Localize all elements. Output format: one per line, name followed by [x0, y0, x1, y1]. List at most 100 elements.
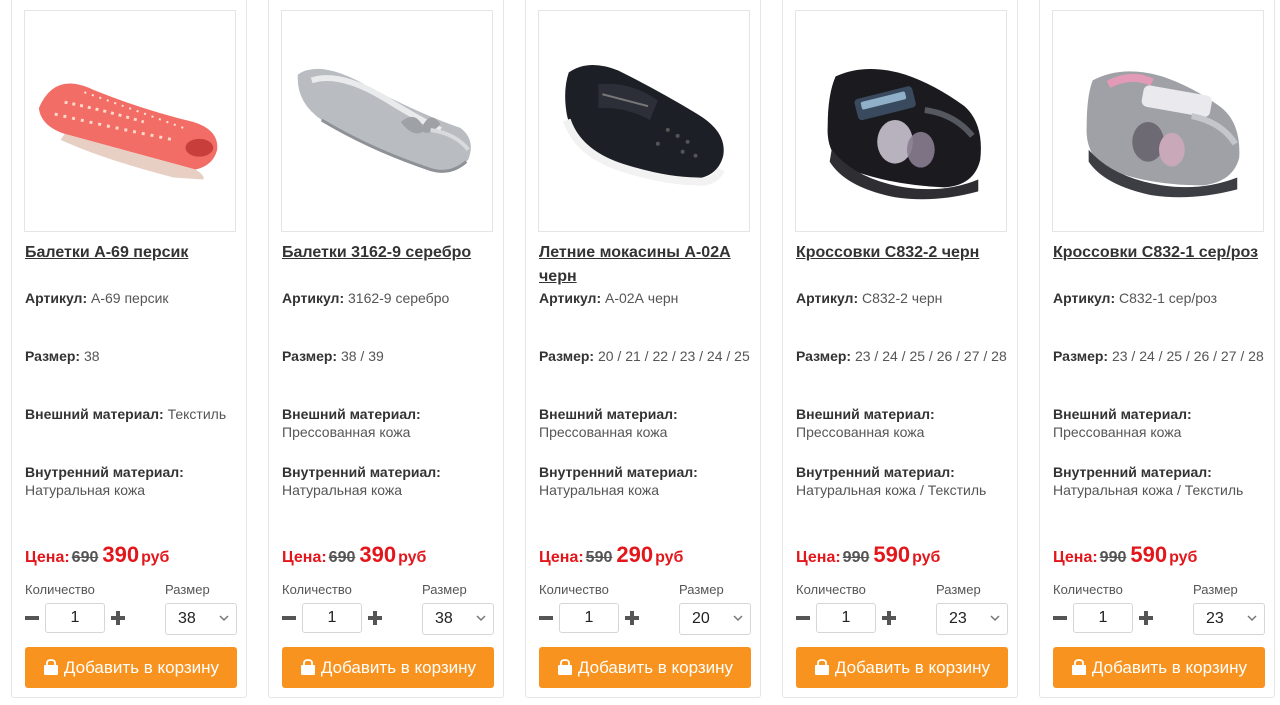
- article-value: С832-2 черн: [862, 290, 943, 306]
- minus-icon[interactable]: [282, 611, 296, 625]
- product-inner-material: Внутренний материал: Натуральная кожа / Т…: [796, 463, 1018, 499]
- product-grid: Балетки А-69 персик Артикул: А-69 персик…: [0, 0, 1280, 705]
- plus-icon[interactable]: [368, 611, 382, 625]
- product-card: Балетки А-69 персик Артикул: А-69 персик…: [11, 0, 247, 698]
- product-card: Летние мокасины А-02А черн Артикул: А-02…: [525, 0, 761, 698]
- add-to-cart-label: Добавить в корзину: [1091, 657, 1248, 677]
- sizes-value: 23 / 24 / 25 / 26 / 27 / 28: [1111, 348, 1264, 364]
- price-label: Цена:: [1053, 549, 1098, 566]
- minus-icon[interactable]: [1053, 611, 1067, 625]
- article-label: Артикул:: [282, 290, 345, 306]
- minus-icon[interactable]: [25, 611, 39, 625]
- shopping-bag-icon: [557, 659, 572, 675]
- product-title[interactable]: Балетки А-69 персик: [25, 241, 239, 265]
- add-to-cart-label: Добавить в корзину: [577, 657, 734, 677]
- currency: руб: [398, 549, 427, 566]
- product-sizes: Размер: 38: [25, 347, 247, 365]
- inner-value: Натуральная кожа: [25, 482, 146, 498]
- product-image-black-sneaker[interactable]: [795, 10, 1007, 232]
- quantity-input[interactable]: [559, 603, 619, 633]
- product-inner-material: Внутренний материал: Натуральная кожа / Т…: [1053, 463, 1275, 499]
- outer-value: Прессованная кожа: [1053, 424, 1182, 440]
- inner-value: Натуральная кожа / Текстиль: [796, 482, 987, 498]
- size-select[interactable]: 20: [679, 603, 751, 635]
- product-image-coral-ballet-flat[interactable]: [24, 10, 236, 232]
- product-sizes: Размер: 23 / 24 / 25 / 26 / 27 / 28: [1053, 347, 1265, 365]
- size-select[interactable]: 38: [165, 603, 237, 635]
- product-article: Артикул: А-69 персик: [25, 289, 247, 307]
- new-price: 590: [1130, 542, 1168, 567]
- quantity-input[interactable]: [45, 603, 105, 633]
- quantity-input[interactable]: [302, 603, 362, 633]
- add-to-cart-button[interactable]: Добавить в корзину: [282, 647, 494, 688]
- size-label: Размер:: [25, 348, 81, 364]
- new-price: 590: [873, 542, 911, 567]
- outer-label: Внешний материал:: [25, 406, 164, 422]
- chevron-down-icon: [733, 615, 743, 622]
- article-label: Артикул:: [25, 290, 88, 306]
- plus-icon[interactable]: [882, 611, 896, 625]
- quantity-label: Количество: [796, 582, 866, 597]
- size-select[interactable]: 38: [422, 603, 494, 635]
- quantity-stepper: [1053, 603, 1163, 635]
- size-select[interactable]: 23: [1193, 603, 1265, 635]
- product-image-black-moccasin[interactable]: [538, 10, 750, 232]
- new-price: 390: [359, 542, 397, 567]
- inner-value: Натуральная кожа / Текстиль: [1053, 482, 1244, 498]
- article-value: С832-1 сер/роз: [1119, 290, 1218, 306]
- size-select-label: Размер: [422, 582, 467, 597]
- product-price: Цена: 690 390 руб: [282, 542, 426, 568]
- product-title[interactable]: Балетки 3162-9 серебро: [282, 241, 496, 265]
- quantity-input[interactable]: [816, 603, 876, 633]
- sizes-value: 38 / 39: [340, 348, 384, 364]
- quantity-input[interactable]: [1073, 603, 1133, 633]
- product-title[interactable]: Летние мокасины А-02А черн: [539, 241, 753, 289]
- currency: руб: [655, 549, 684, 566]
- minus-icon[interactable]: [539, 611, 553, 625]
- quantity-label: Количество: [25, 582, 95, 597]
- inner-value: Натуральная кожа: [282, 482, 403, 498]
- product-article: Артикул: А-02А черн: [539, 289, 761, 307]
- minus-icon[interactable]: [796, 611, 810, 625]
- price-label: Цена:: [539, 549, 584, 566]
- chevron-down-icon: [476, 615, 486, 622]
- product-title[interactable]: Кроссовки С832-2 черн: [796, 241, 1010, 265]
- product-title[interactable]: Кроссовки С832-1 сер/роз: [1053, 241, 1267, 265]
- product-price: Цена: 690 390 руб: [25, 542, 169, 568]
- add-to-cart-label: Добавить в корзину: [320, 657, 477, 677]
- size-label: Размер:: [539, 348, 595, 364]
- add-to-cart-button[interactable]: Добавить в корзину: [25, 647, 237, 688]
- outer-label: Внешний материал:: [282, 406, 421, 422]
- product-article: Артикул: С832-2 черн: [796, 289, 1018, 307]
- plus-icon[interactable]: [625, 611, 639, 625]
- price-label: Цена:: [796, 549, 841, 566]
- shopping-bag-icon: [43, 659, 58, 675]
- inner-label: Внутренний материал:: [25, 464, 184, 480]
- add-to-cart-button[interactable]: Добавить в корзину: [539, 647, 751, 688]
- size-select-label: Размер: [1193, 582, 1238, 597]
- add-to-cart-button[interactable]: Добавить в корзину: [796, 647, 1008, 688]
- inner-value: Натуральная кожа: [539, 482, 660, 498]
- product-image-silver-ballet-flat[interactable]: [281, 10, 493, 232]
- quantity-stepper: [25, 603, 135, 635]
- product-sizes: Размер: 20 / 21 / 22 / 23 / 24 / 25: [539, 347, 751, 365]
- outer-value: Прессованная кожа: [796, 424, 925, 440]
- price-label: Цена:: [25, 549, 70, 566]
- product-outer-material: Внешний материал: Прессованная кожа: [539, 405, 761, 441]
- size-select[interactable]: 23: [936, 603, 1008, 635]
- outer-value: Прессованная кожа: [539, 424, 668, 440]
- old-price: 690: [71, 549, 99, 566]
- size-select-label: Размер: [936, 582, 981, 597]
- add-to-cart-button[interactable]: Добавить в корзину: [1053, 647, 1265, 688]
- product-outer-material: Внешний материал: Прессованная кожа: [282, 405, 504, 441]
- plus-icon[interactable]: [111, 611, 125, 625]
- product-price: Цена: 990 590 руб: [796, 542, 940, 568]
- old-price: 990: [842, 549, 870, 566]
- size-select-value: 23: [949, 610, 967, 627]
- add-to-cart-label: Добавить в корзину: [63, 657, 220, 677]
- sizes-value: 38: [83, 348, 100, 364]
- plus-icon[interactable]: [1139, 611, 1153, 625]
- outer-value: Прессованная кожа: [282, 424, 411, 440]
- product-image-grey-pink-sneaker[interactable]: [1052, 10, 1264, 232]
- currency: руб: [1169, 549, 1198, 566]
